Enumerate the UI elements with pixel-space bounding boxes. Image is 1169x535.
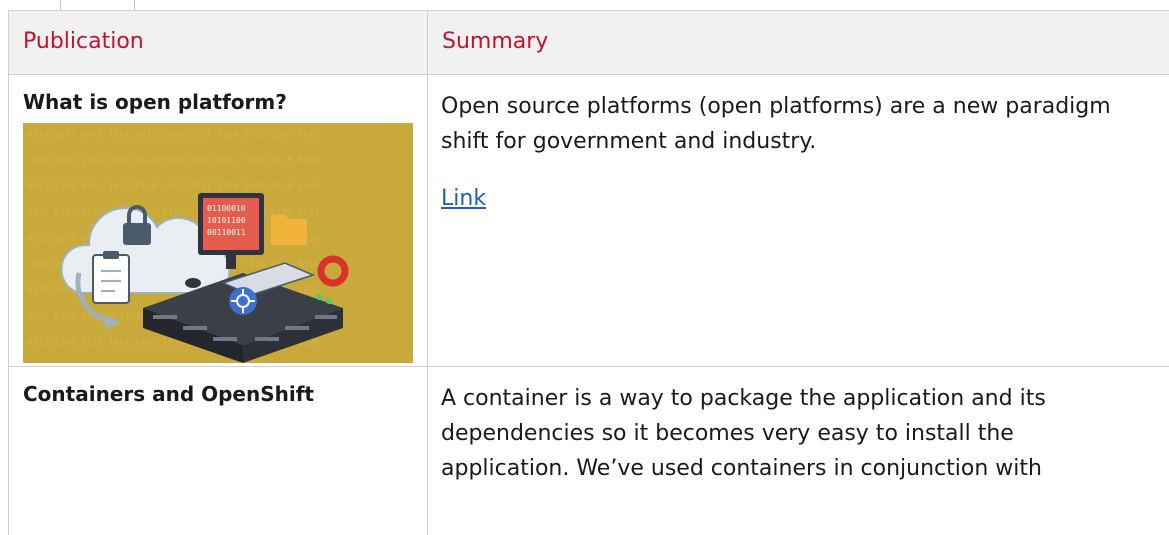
summary-text: Open source platforms (open platforms) a… bbox=[441, 94, 1111, 154]
server-cloud-illustration-icon: 0110 1011 0010 1101 0011 1010 0101 1100 … bbox=[23, 123, 413, 363]
svg-text:0011 1100 0101 1010 0110 1001: 0011 1100 0101 1010 0110 1001 0011 1100 … bbox=[27, 182, 320, 192]
publication-title: What is open platform? bbox=[23, 90, 287, 114]
header-publication: Publication bbox=[8, 10, 428, 75]
publication-cell: Containers and OpenShift bbox=[8, 366, 428, 535]
publication-cell: What is open platform? 0110 1011 0010 11… bbox=[8, 74, 428, 367]
svg-text:1001 0110 1101 0010 1110 0101: 1001 0110 1101 0010 1110 0101 1010 0011 … bbox=[27, 156, 320, 166]
summary-text: A container is a way to package the appl… bbox=[441, 386, 1046, 481]
publication-link[interactable]: Link bbox=[441, 186, 486, 212]
publication-title: Containers and OpenShift bbox=[23, 382, 314, 406]
top-edge-strip bbox=[0, 0, 1169, 10]
summary-cell: Open source platforms (open platforms) a… bbox=[427, 74, 1169, 367]
top-edge-tick bbox=[60, 0, 61, 10]
table-row: What is open platform? 0110 1011 0010 11… bbox=[8, 74, 1169, 367]
summary-cell: A container is a way to package the appl… bbox=[427, 366, 1169, 535]
header-summary: Summary bbox=[427, 10, 1169, 75]
svg-text:00110011: 00110011 bbox=[207, 228, 246, 237]
table-header-row: Publication Summary bbox=[8, 10, 1169, 75]
svg-text:0110 1011 0010 1101 0011 1010: 0110 1011 0010 1101 0011 1010 0101 1100 … bbox=[27, 130, 320, 140]
publications-table: Publication Summary What is open platfor… bbox=[8, 10, 1169, 535]
top-edge-tick bbox=[134, 0, 135, 10]
svg-text:10101100: 10101100 bbox=[207, 216, 246, 225]
svg-text:01100010: 01100010 bbox=[207, 204, 246, 213]
table-row: Containers and OpenShift A container is … bbox=[8, 366, 1169, 535]
